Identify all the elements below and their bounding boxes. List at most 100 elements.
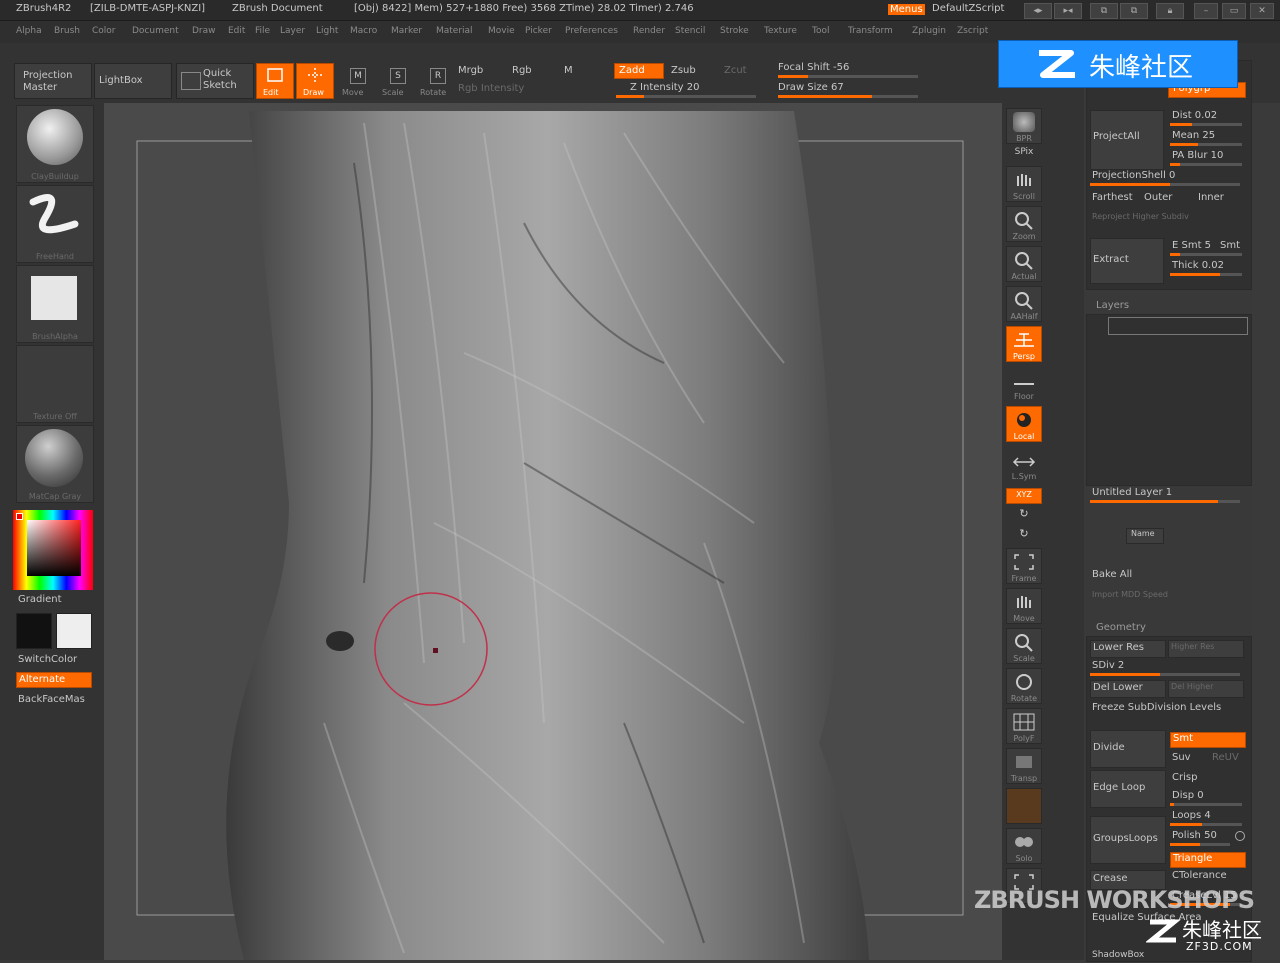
pa-blur-slider[interactable]: PA Blur 10 xyxy=(1172,150,1223,161)
untitled-layer[interactable]: Untitled Layer 1 xyxy=(1092,487,1172,498)
alternate-button[interactable]: Alternate xyxy=(16,672,92,688)
zcut-button[interactable]: Zcut xyxy=(724,65,747,76)
smt-toggle[interactable]: Smt xyxy=(1170,732,1246,748)
geometry-section-title[interactable]: Geometry xyxy=(1096,622,1146,633)
polish-track[interactable] xyxy=(1170,843,1230,846)
move-view-button[interactable]: Move xyxy=(1006,588,1042,624)
rotate-button[interactable]: R Rotate xyxy=(417,63,455,99)
menu-transform[interactable]: Transform xyxy=(848,26,893,36)
canvas[interactable] xyxy=(104,103,1002,960)
solo-button[interactable]: Solo xyxy=(1006,828,1042,864)
persp-button[interactable]: Persp xyxy=(1006,326,1042,362)
texture-slot[interactable]: Texture Off xyxy=(16,345,94,423)
mean-slider[interactable]: Mean 25 xyxy=(1172,130,1215,141)
script-button[interactable]: DefaultZScript xyxy=(932,3,1004,14)
lock-icon[interactable]: 🔒︎ xyxy=(1156,3,1184,19)
menu-zplugin[interactable]: Zplugin xyxy=(912,26,946,36)
bake-all-button[interactable]: Bake All xyxy=(1092,569,1132,580)
switchcolor-button[interactable]: SwitchColor xyxy=(18,654,77,665)
inner-button[interactable]: Inner xyxy=(1198,192,1224,203)
projection-master-button[interactable]: Projection Master xyxy=(14,63,92,99)
gradient-label[interactable]: Gradient xyxy=(18,594,62,605)
mrgb-button[interactable]: Mrgb xyxy=(458,65,483,76)
polish-slider[interactable]: Polish 50 xyxy=(1172,830,1217,841)
menu-macro[interactable]: Macro xyxy=(350,26,377,36)
menu-render[interactable]: Render xyxy=(633,26,665,36)
main-color-swatch[interactable] xyxy=(16,613,52,649)
extract-button[interactable]: Extract xyxy=(1090,238,1164,284)
layer-name-button[interactable]: Name xyxy=(1126,528,1164,544)
reproject-higher-button[interactable]: Reproject Higher Subdiv xyxy=(1092,212,1189,221)
edit-button[interactable]: Edit xyxy=(256,63,294,99)
farthest-button[interactable]: Farthest xyxy=(1092,192,1133,203)
rotate-view-button[interactable]: Rotate xyxy=(1006,668,1042,704)
del-higher-button[interactable]: Del Higher xyxy=(1168,680,1244,698)
menu-brush[interactable]: Brush xyxy=(54,26,80,36)
menu-stencil[interactable]: Stencil xyxy=(675,26,705,36)
focal-shift-slider[interactable]: Focal Shift -56 xyxy=(778,62,849,73)
focal-shift-track[interactable] xyxy=(778,75,918,78)
menu-file[interactable]: File xyxy=(255,26,270,36)
draw-size-slider[interactable]: Draw Size 67 xyxy=(778,82,844,93)
backface-mask-button[interactable]: BackFaceMas xyxy=(18,694,85,705)
menus-button[interactable]: Menus xyxy=(888,4,925,15)
move-button[interactable]: M Move xyxy=(337,63,375,99)
aahalf-button[interactable]: AAHalf xyxy=(1006,286,1042,322)
close-icon[interactable]: ✕ xyxy=(1250,3,1274,19)
triangle-toggle[interactable]: Triangle xyxy=(1170,852,1246,868)
local-button[interactable]: Local xyxy=(1006,406,1042,442)
lsym-button[interactable]: L.Sym xyxy=(1006,450,1042,482)
layout2-icon[interactable]: ⧉ xyxy=(1120,3,1148,19)
polyf-button[interactable]: PolyF xyxy=(1006,708,1042,744)
stroke-slot[interactable]: FreeHand xyxy=(16,185,94,263)
suv-toggle[interactable]: Suv xyxy=(1172,752,1191,763)
secondary-color-swatch[interactable] xyxy=(56,613,92,649)
menu-texture[interactable]: Texture xyxy=(764,26,797,36)
zadd-button[interactable]: Zadd xyxy=(614,63,664,79)
hide-icon[interactable]: ◂▸ xyxy=(1024,3,1052,19)
smt-slider[interactable]: Smt xyxy=(1220,240,1240,251)
bpr-button[interactable]: BPR xyxy=(1006,108,1042,144)
esmt-track[interactable] xyxy=(1170,253,1242,256)
alpha-slot[interactable]: BrushAlpha xyxy=(16,265,94,343)
m-button[interactable]: M xyxy=(564,65,573,76)
ctolerance-slider[interactable]: CTolerance xyxy=(1172,870,1227,881)
color-saturation-box[interactable] xyxy=(27,520,81,576)
rotate-z-icon[interactable]: ↻ xyxy=(1006,526,1042,544)
layer-strength-track[interactable] xyxy=(1090,500,1240,503)
menu-light[interactable]: Light xyxy=(316,26,338,36)
layers-section-title[interactable]: Layers xyxy=(1096,300,1129,311)
pa-blur-track[interactable] xyxy=(1170,163,1242,166)
menu-tool[interactable]: Tool xyxy=(812,26,829,36)
draw-size-track[interactable] xyxy=(778,95,918,98)
polish-circle-icon[interactable] xyxy=(1235,831,1245,841)
divide-button[interactable]: Divide xyxy=(1090,730,1166,768)
dist-track[interactable] xyxy=(1170,123,1242,126)
groups-loops-button[interactable]: GroupsLoops xyxy=(1090,816,1166,864)
projection-shell-track[interactable] xyxy=(1090,183,1240,186)
xyz-button[interactable]: XYZ xyxy=(1006,488,1042,504)
sdiv-track[interactable] xyxy=(1090,673,1240,676)
dist-slider[interactable]: Dist 0.02 xyxy=(1172,110,1217,121)
maximize-icon[interactable]: ▭ xyxy=(1222,3,1246,19)
rotate-y-icon[interactable]: ↻ xyxy=(1006,506,1042,524)
scale-button[interactable]: S Scale xyxy=(377,63,415,99)
actual-button[interactable]: Actual xyxy=(1006,246,1042,282)
sdiv-slider[interactable]: SDiv 2 xyxy=(1092,660,1124,671)
ghost-button[interactable] xyxy=(1006,788,1042,824)
higher-res-button[interactable]: Higher Res xyxy=(1168,640,1244,658)
import-mdd-button[interactable]: Import MDD Speed xyxy=(1092,590,1168,599)
menu-stroke[interactable]: Stroke xyxy=(720,26,749,36)
zoom-button[interactable]: Zoom xyxy=(1006,206,1042,242)
transp-button[interactable]: Transp xyxy=(1006,748,1042,784)
menu-color[interactable]: Color xyxy=(92,26,116,36)
loops-slider[interactable]: Loops 4 xyxy=(1172,810,1211,821)
shadowbox-button[interactable]: ShadowBox xyxy=(1092,950,1144,960)
project-all-button[interactable]: ProjectAll xyxy=(1090,110,1164,170)
lower-res-button[interactable]: Lower Res xyxy=(1090,640,1166,658)
del-lower-button[interactable]: Del Lower xyxy=(1090,680,1166,698)
z-intensity-slider[interactable]: Z Intensity 20 xyxy=(630,82,699,93)
disp-track[interactable] xyxy=(1170,803,1242,806)
draw-button[interactable]: Draw xyxy=(296,63,334,99)
spix-slider[interactable]: SPix xyxy=(1006,146,1042,164)
